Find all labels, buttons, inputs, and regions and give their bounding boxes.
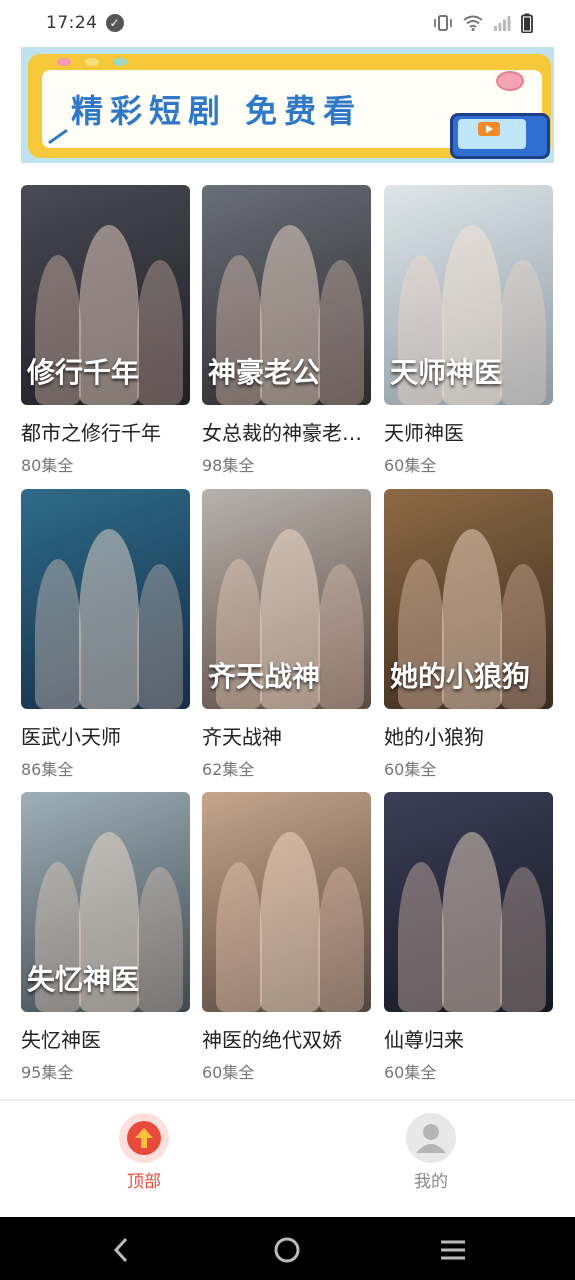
poster-title-art: 失忆神医 xyxy=(27,963,140,996)
banner-dot-icon xyxy=(85,58,99,66)
drama-card[interactable]: 失忆神医 失忆神医 95集全 xyxy=(21,792,190,1083)
drama-poster[interactable] xyxy=(384,792,553,1012)
poster-title-art: 齐天战神 xyxy=(208,660,321,693)
drama-card[interactable]: 她的小狼狗 她的小狼狗 60集全 xyxy=(384,489,553,780)
drama-card[interactable]: 修行千年都市之修行千年 80集全 xyxy=(21,185,190,476)
poster-figure xyxy=(442,832,502,1012)
drama-title[interactable]: 失忆神医 xyxy=(21,1024,190,1053)
drama-card[interactable]: 仙尊归来 60集全 xyxy=(384,792,553,1083)
poster-title-art: 她的小狼狗 xyxy=(390,660,531,693)
drama-poster[interactable]: 天师神医 xyxy=(384,185,553,405)
poster-title-art: 神豪老公 xyxy=(208,356,321,389)
drama-poster[interactable]: 修行千年 xyxy=(21,185,190,405)
drama-episode-count: 95集全 xyxy=(21,1063,74,1082)
drama-poster[interactable]: 齐天战神 xyxy=(202,489,371,709)
banner-text: 精彩短剧 免费看 xyxy=(71,92,363,130)
poster-figure xyxy=(318,867,364,1012)
check-circle-icon: ✓ xyxy=(105,14,124,32)
home-icon[interactable] xyxy=(272,1235,302,1265)
drama-title[interactable]: 她的小狼狗 xyxy=(384,721,553,750)
drama-episode-count: 80集全 xyxy=(21,456,74,475)
back-icon[interactable] xyxy=(106,1235,136,1265)
drama-poster[interactable]: 她的小狼狗 xyxy=(384,489,553,709)
tv-icon xyxy=(450,113,550,159)
banner-dot-icon xyxy=(57,58,71,66)
banner-bubble-icon xyxy=(496,71,524,91)
user-avatar-icon xyxy=(406,1113,456,1163)
status-left: 17:24 ✓ xyxy=(46,13,124,33)
drama-episode-count: 60集全 xyxy=(202,1063,255,1082)
poster-figure xyxy=(216,862,262,1012)
nav-label-me: 我的 xyxy=(414,1172,448,1192)
poster-figure xyxy=(137,564,183,709)
drama-episode-count: 60集全 xyxy=(384,760,437,779)
drama-title[interactable]: 天师神医 xyxy=(384,417,553,446)
drama-card[interactable]: 医武小天师 86集全 xyxy=(21,489,190,780)
poster-title-art: 修行千年 xyxy=(27,356,140,389)
drama-poster[interactable]: 失忆神医 xyxy=(21,792,190,1012)
drama-poster[interactable] xyxy=(21,489,190,709)
drama-card[interactable]: 神医的绝代双娇 60集全 xyxy=(202,792,371,1083)
drama-poster[interactable] xyxy=(202,792,371,1012)
banner-dot-icon xyxy=(113,58,127,66)
poster-figure xyxy=(35,559,81,709)
bottom-nav: 顶部 我的 xyxy=(0,1099,575,1217)
poster-figure xyxy=(398,862,444,1012)
drama-poster[interactable]: 神豪老公 xyxy=(202,185,371,405)
nav-item-me[interactable]: 我的 xyxy=(381,1113,481,1192)
drama-episode-count: 62集全 xyxy=(202,760,255,779)
drama-card[interactable]: 齐天战神 齐天战神 62集全 xyxy=(202,489,371,780)
drama-title[interactable]: 仙尊归来 xyxy=(384,1024,553,1053)
drama-title[interactable]: 医武小天师 xyxy=(21,721,190,750)
menu-icon[interactable] xyxy=(438,1235,468,1265)
status-right xyxy=(433,13,533,33)
wifi-icon xyxy=(463,15,483,31)
status-time: 17:24 xyxy=(46,13,98,33)
drama-episode-count: 86集全 xyxy=(21,760,74,779)
signal-icon xyxy=(494,16,511,31)
status-bar: 17:24 ✓ xyxy=(0,0,575,46)
drama-card[interactable]: 神豪老公女总裁的神豪老… 98集全 xyxy=(202,185,371,476)
vibrate-icon xyxy=(434,15,452,31)
arrow-up-icon xyxy=(119,1113,169,1163)
drama-episode-count: 60集全 xyxy=(384,456,437,475)
poster-figure xyxy=(500,867,546,1012)
poster-figure xyxy=(260,832,320,1012)
drama-title[interactable]: 都市之修行千年 xyxy=(21,417,190,446)
drama-episode-count: 98集全 xyxy=(202,456,255,475)
drama-episode-count: 60集全 xyxy=(384,1063,437,1082)
drama-card[interactable]: 天师神医 天师神医 60集全 xyxy=(384,185,553,476)
battery-icon xyxy=(521,13,533,33)
promo-banner[interactable]: 精彩短剧 免费看 xyxy=(21,47,554,163)
poster-figure xyxy=(79,529,139,709)
nav-label-top: 顶部 xyxy=(127,1172,161,1192)
drama-title[interactable]: 齐天战神 xyxy=(202,721,371,750)
nav-item-top[interactable]: 顶部 xyxy=(94,1113,194,1192)
drama-title[interactable]: 神医的绝代双娇 xyxy=(202,1024,371,1053)
drama-title[interactable]: 女总裁的神豪老… xyxy=(202,417,371,446)
poster-title-art: 天师神医 xyxy=(390,356,503,389)
system-nav-bar xyxy=(0,1217,575,1280)
